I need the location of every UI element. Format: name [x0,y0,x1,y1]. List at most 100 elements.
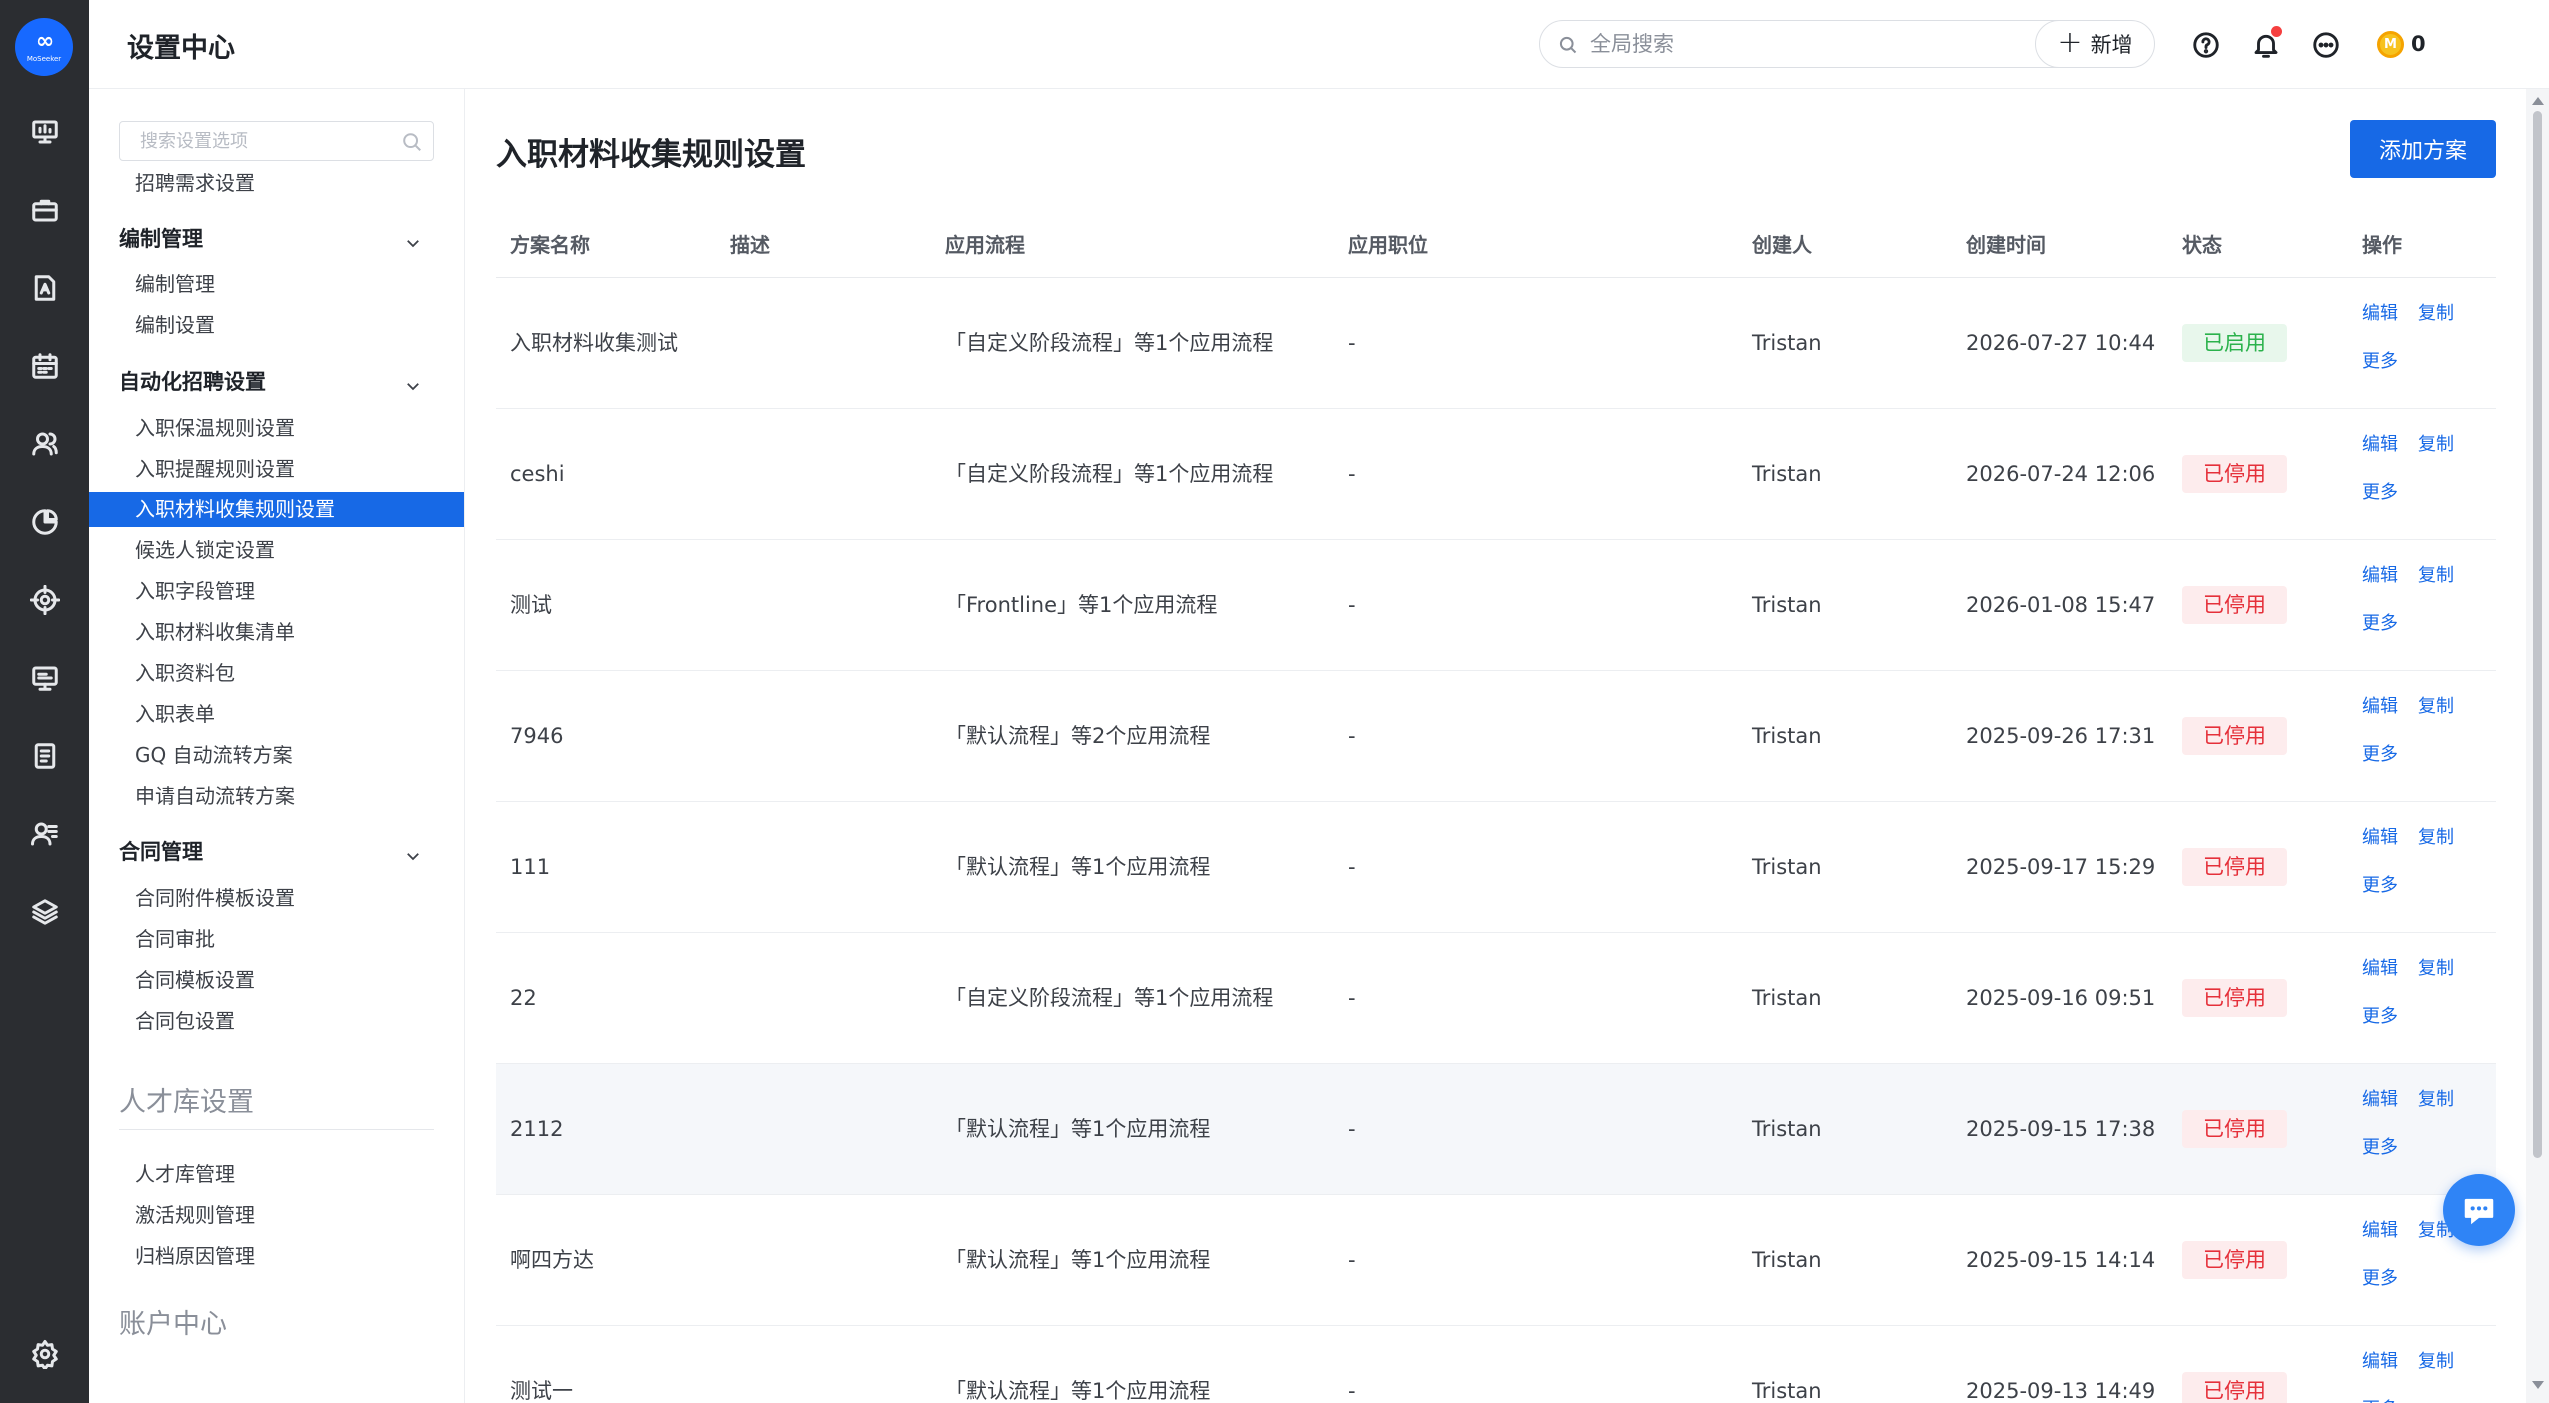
scroll-thumb[interactable] [2533,111,2542,1158]
edit-link[interactable]: 编辑 [2362,433,2398,457]
more-link[interactable]: 更多 [2362,350,2398,374]
sidebar-item-headcount-manage[interactable]: 编制管理 [135,270,215,298]
sidebar-item-talent-pool-manage[interactable]: 人才库管理 [135,1160,235,1188]
copy-link[interactable]: 复制 [2418,564,2454,588]
resume-icon[interactable] [29,272,61,304]
global-search-input[interactable] [1590,29,2090,59]
sidebar-item-candidate-lock[interactable]: 候选人锁定设置 [135,536,275,564]
sidebar-item-onboard-package[interactable]: 入职资料包 [135,659,235,687]
cell-position: - [1348,1117,1356,1141]
scroll-up-arrow-icon[interactable] [2532,97,2544,105]
sidebar-item-headcount-settings[interactable]: 编制设置 [135,311,215,339]
pie-chart-icon[interactable] [29,506,61,538]
table-row[interactable]: 测试 「Frontline」等1个应用流程 - Tristan 2026-01-08 1… [496,540,2496,671]
add-plan-button[interactable]: 添加方案 [2350,120,2496,178]
sidebar-item-onboard-reminder[interactable]: 入职提醒规则设置 [135,455,295,483]
global-search[interactable] [1539,20,2113,68]
sidebar-item-material-list[interactable]: 入职材料收集清单 [135,618,295,646]
sidebar-group-contract[interactable]: 合同管理 [119,837,434,867]
sidebar-item-activation-rules[interactable]: 激活规则管理 [135,1201,255,1229]
copy-link[interactable]: 复制 [2418,695,2454,719]
cell-creator: Tristan [1752,724,1822,748]
column-header-flow: 应用流程 [945,233,1025,257]
edit-link[interactable]: 编辑 [2362,957,2398,981]
sidebar-item-contract-package[interactable]: 合同包设置 [135,1007,235,1035]
copy-link[interactable]: 复制 [2418,1350,2454,1374]
notification-bell-icon[interactable] [2249,26,2283,62]
more-link[interactable]: 更多 [2362,743,2398,767]
cell-flow: 「自定义阶段流程」等1个应用流程 [945,331,1274,355]
sidebar-item-archive-reasons[interactable]: 归档原因管理 [135,1242,255,1270]
sidebar-group-headcount[interactable]: 编制管理 [119,224,434,254]
sidebar-item-onboard-fields[interactable]: 入职字段管理 [135,577,255,605]
layers-icon[interactable] [29,896,61,928]
plans-table: 方案名称 描述 应用流程 应用职位 创建人 创建时间 状态 操作 入职材料收集测… [496,207,2496,1403]
help-icon[interactable] [2189,28,2223,62]
edit-link[interactable]: 编辑 [2362,826,2398,850]
more-link[interactable]: 更多 [2362,612,2398,636]
more-link[interactable]: 更多 [2362,1267,2398,1291]
edit-link[interactable]: 编辑 [2362,695,2398,719]
sidebar-section-talent-pool[interactable]: 人才库设置 [119,1085,434,1130]
sidebar-item-contract-attachment[interactable]: 合同附件模板设置 [135,884,295,912]
more-link[interactable]: 更多 [2362,1005,2398,1029]
edit-link[interactable]: 编辑 [2362,302,2398,326]
more-link[interactable]: 更多 [2362,874,2398,898]
copy-link[interactable]: 复制 [2418,433,2454,457]
sidebar-item-onboard-warm[interactable]: 入职保温规则设置 [135,414,295,442]
cell-position: - [1348,986,1356,1010]
sidebar-section-account-center[interactable]: 账户中心 [119,1307,434,1343]
sidebar-item-recruit-demand[interactable]: 招聘需求设置 [135,169,255,197]
cell-position: - [1348,331,1356,355]
edit-link[interactable]: 编辑 [2362,564,2398,588]
more-dots-icon[interactable] [2309,28,2343,62]
cell-position: - [1348,593,1356,617]
sidebar-item-apply-auto-flow[interactable]: 申请自动流转方案 [135,782,295,810]
more-link[interactable]: 更多 [2362,481,2398,505]
table-row[interactable]: 2112 「默认流程」等1个应用流程 - Tristan 2025-09-15 17:3… [496,1064,2496,1195]
contacts-icon[interactable] [29,818,61,850]
table-row[interactable]: 22 「自定义阶段流程」等1个应用流程 - Tristan 2025-09-16 09:… [496,933,2496,1064]
more-link[interactable]: 更多 [2362,1398,2398,1403]
coin-count: 0 [2411,32,2426,56]
chevron-down-icon [404,843,422,861]
interview-icon[interactable] [29,662,61,694]
sidebar-item-material-rules[interactable]: 入职材料收集规则设置 [89,492,464,527]
sidebar-item-gq-auto-flow[interactable]: GQ 自动流转方案 [135,741,293,769]
copy-link[interactable]: 复制 [2418,1088,2454,1112]
column-header-actions: 操作 [2362,233,2402,257]
coin-balance[interactable]: M 0 [2377,27,2437,61]
sidebar-group-automation[interactable]: 自动化招聘设置 [119,367,434,397]
table-row[interactable]: 啊四方达 「默认流程」等1个应用流程 - Tristan 2025-09-15 14:1… [496,1195,2496,1326]
talent-icon[interactable] [29,428,61,460]
table-row[interactable]: 入职材料收集测试 「自定义阶段流程」等1个应用流程 - Tristan 2026-07-… [496,278,2496,409]
settings-gear-icon[interactable] [29,1338,61,1370]
chat-support-button[interactable] [2443,1174,2515,1246]
briefcase-icon[interactable] [29,194,61,226]
calendar-icon[interactable] [29,350,61,382]
table-row[interactable]: 测试一 「默认流程」等1个应用流程 - Tristan 2025-09-13 14:49… [496,1326,2496,1403]
copy-link[interactable]: 复制 [2418,957,2454,981]
new-button[interactable]: + 新增 [2035,20,2155,68]
sidebar-item-contract-template[interactable]: 合同模板设置 [135,966,255,994]
table-row[interactable]: ceshi 「自定义阶段流程」等1个应用流程 - Tristan 2026-07-24 … [496,409,2496,540]
copy-link[interactable]: 复制 [2418,826,2454,850]
table-row[interactable]: 7946 「默认流程」等2个应用流程 - Tristan 2025-09-26 17:3… [496,671,2496,802]
sidebar-search-input[interactable] [140,127,390,155]
page-scrollbar[interactable] [2526,89,2549,1403]
sidebar-search[interactable] [119,121,434,161]
target-icon[interactable] [29,584,61,616]
table-row[interactable]: 111 「默认流程」等1个应用流程 - Tristan 2025-09-17 15:29… [496,802,2496,933]
cell-created: 2026-07-24 12:06 [1966,462,2156,486]
brand-logo[interactable]: ∞ MoSeeker [15,18,73,76]
sidebar-item-onboard-form[interactable]: 入职表单 [135,700,215,728]
monitor-icon[interactable] [29,116,61,148]
sidebar-item-contract-approval[interactable]: 合同审批 [135,925,215,953]
scroll-down-arrow-icon[interactable] [2532,1381,2544,1389]
edit-link[interactable]: 编辑 [2362,1088,2398,1112]
document-list-icon[interactable] [29,740,61,772]
more-link[interactable]: 更多 [2362,1136,2398,1160]
edit-link[interactable]: 编辑 [2362,1219,2398,1243]
copy-link[interactable]: 复制 [2418,302,2454,326]
edit-link[interactable]: 编辑 [2362,1350,2398,1374]
